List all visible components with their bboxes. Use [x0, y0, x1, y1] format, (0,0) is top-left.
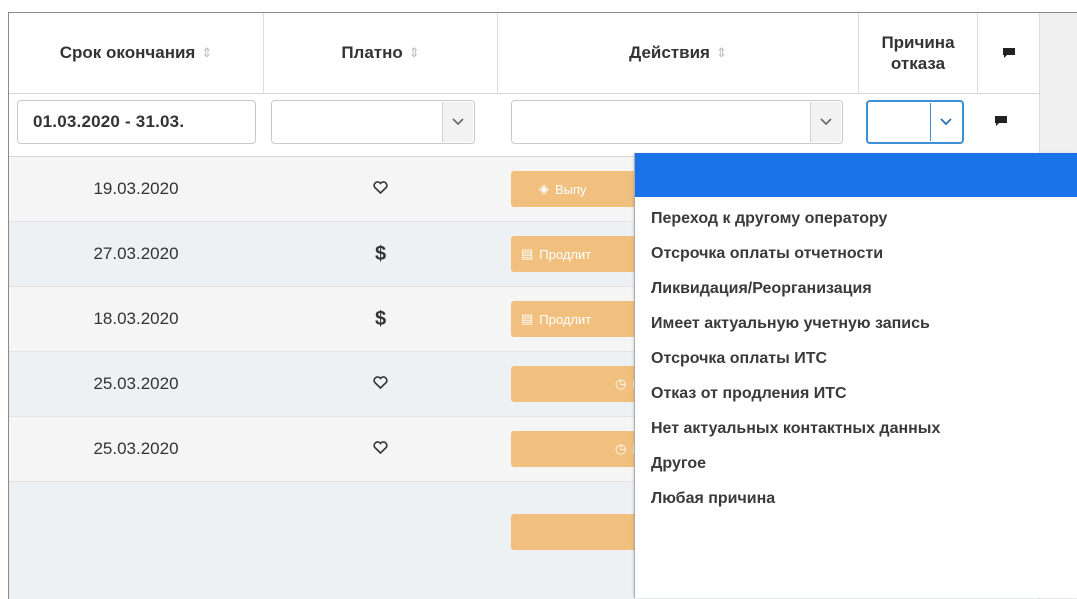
chevron-down-icon[interactable]	[810, 102, 841, 142]
header-paid-label: Платно	[341, 43, 403, 62]
dropdown-option[interactable]: Ликвидация/Реорганизация	[635, 271, 1077, 306]
dropdown-option[interactable]: Любая причина	[635, 481, 1077, 516]
header-end-date-label: Срок окончания	[59, 43, 196, 62]
paid-cell	[264, 157, 497, 221]
end-date-cell: 25.03.2020	[93, 374, 179, 393]
end-date-cell: 18.03.2020	[93, 309, 179, 328]
header-reason: Причина отказа	[859, 13, 977, 93]
clock-icon: ◷	[615, 441, 627, 456]
comment-icon	[994, 114, 1008, 132]
tag-icon: ◈	[539, 181, 549, 196]
dropdown-option-empty-selected[interactable]	[635, 153, 1077, 197]
renew-button[interactable]: ▤ Продлит	[511, 301, 651, 337]
end-date-cell: 27.03.2020	[93, 244, 179, 263]
reason-filter-select[interactable]	[866, 100, 964, 144]
pending-button[interactable]: ◷ П	[511, 366, 651, 402]
paid-cell	[264, 352, 497, 416]
paid-filter-select[interactable]	[271, 100, 475, 144]
issue-button[interactable]: ◈ Выпу	[511, 171, 651, 207]
paid-cell: $	[264, 222, 497, 286]
paid-cell	[264, 417, 497, 481]
header-actions[interactable]: Действия ⇕	[498, 13, 858, 93]
header-end-date[interactable]: Срок окончания ⇕	[9, 13, 263, 93]
chevron-down-icon[interactable]	[442, 102, 473, 142]
dropdown-option[interactable]: Нет актуальных контактных данных	[635, 411, 1077, 446]
dropdown-option[interactable]: Отказ от продления ИТС	[635, 376, 1077, 411]
pending-button[interactable]: ◷ П	[511, 431, 651, 467]
end-date-cell: 25.03.2020	[93, 439, 179, 458]
action-label: Выпу	[555, 181, 587, 197]
dropdown-option[interactable]: Имеет актуальную учетную запись	[635, 306, 1077, 341]
header-paid[interactable]: Платно ⇕	[264, 13, 497, 93]
dollar-icon: $	[374, 307, 387, 330]
clock-icon: ◷	[615, 376, 627, 391]
filter-row: 01.03.2020 - 31.03.	[9, 94, 1077, 157]
end-date-cell: 19.03.2020	[93, 179, 179, 198]
header-reason-line1: Причина	[881, 33, 955, 52]
dropdown-option[interactable]: Другое	[635, 446, 1077, 481]
action-label: Продлит	[539, 311, 592, 327]
sort-icon[interactable]: ⇕	[409, 45, 420, 61]
heart-icon	[373, 438, 388, 460]
header-reason-line2: отказа	[890, 54, 946, 73]
action-button[interactable]	[511, 514, 651, 550]
reason-dropdown-list: Переход к другому оператору Отсрочка опл…	[634, 153, 1077, 598]
heart-icon	[373, 178, 388, 200]
chevron-down-icon[interactable]	[930, 103, 961, 141]
renew-button[interactable]: ▤ Продлит	[511, 236, 651, 272]
sort-icon[interactable]: ⇕	[201, 45, 212, 61]
sort-icon[interactable]: ⇕	[716, 45, 727, 61]
briefcase-icon: ▤	[521, 246, 534, 261]
heart-icon	[373, 373, 388, 395]
table-header: Срок окончания ⇕ Платно ⇕ Действия ⇕ При…	[9, 13, 1077, 94]
date-range-filter[interactable]: 01.03.2020 - 31.03.	[17, 100, 256, 144]
dropdown-option[interactable]: Отсрочка оплаты отчетности	[635, 236, 1077, 271]
comment-icon	[978, 13, 1039, 93]
dollar-icon: $	[374, 242, 387, 265]
paid-cell: $	[264, 287, 497, 351]
dropdown-option[interactable]: Переход к другому оператору	[635, 201, 1077, 236]
dropdown-option[interactable]: Отсрочка оплаты ИТС	[635, 341, 1077, 376]
header-actions-label: Действия	[629, 43, 710, 62]
briefcase-icon: ▤	[521, 311, 534, 326]
actions-filter-select[interactable]	[511, 100, 843, 144]
action-label: Продлит	[539, 246, 592, 262]
